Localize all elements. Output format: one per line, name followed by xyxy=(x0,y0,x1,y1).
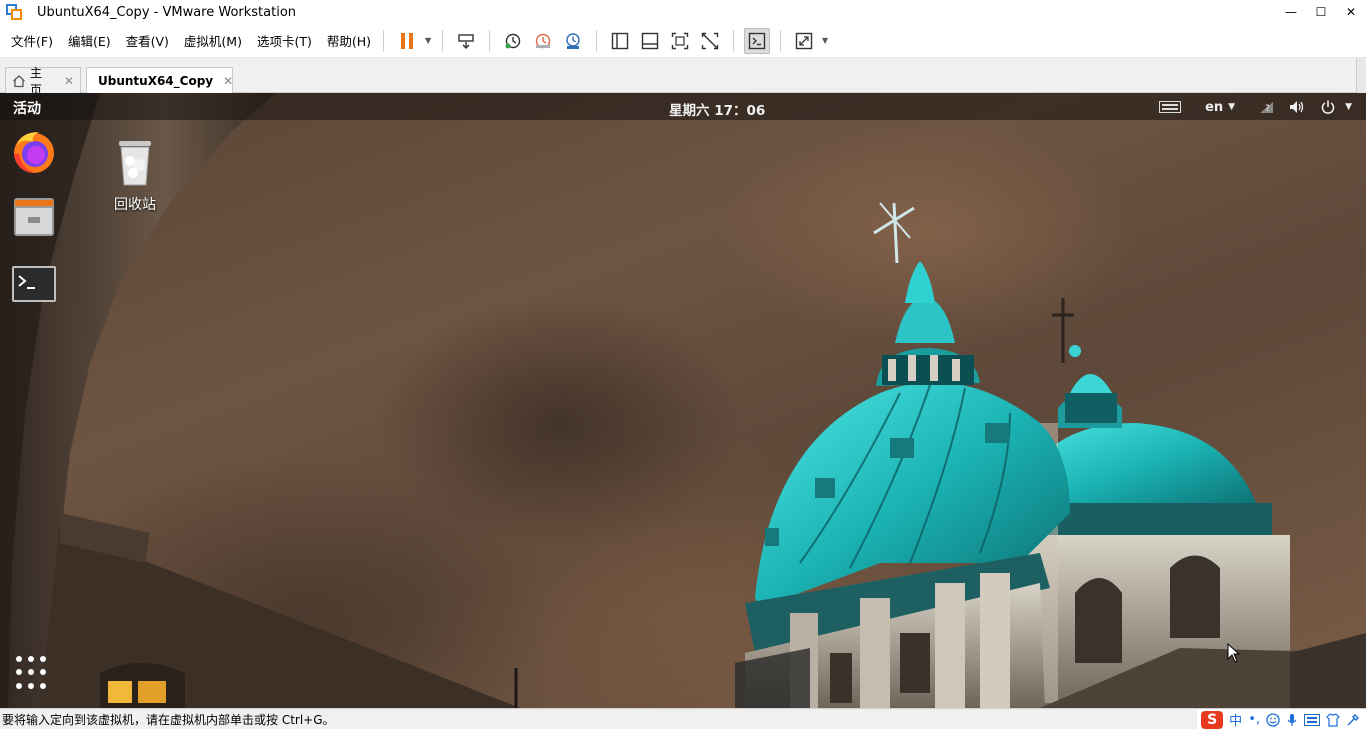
power-button[interactable]: ▼ xyxy=(1321,100,1352,114)
snapshot-revert-button[interactable] xyxy=(530,28,556,54)
keyboard-icon xyxy=(1159,101,1182,113)
tab-ubuntu-vm[interactable]: UbuntuX64_Copy ✕ xyxy=(86,67,233,93)
ime-punctuation-toggle[interactable]: •, xyxy=(1248,712,1260,727)
microphone-icon xyxy=(1287,713,1297,726)
mouse-cursor-icon xyxy=(1227,643,1241,663)
snapshot-take-button[interactable] xyxy=(500,28,526,54)
tab-home[interactable]: 主页 ✕ xyxy=(5,66,81,97)
gnome-top-bar: 活动 星期六 17：06 en ▼ ? ▼ xyxy=(0,93,1366,120)
tools-icon xyxy=(1347,713,1359,725)
menu-view[interactable]: 查看(V) xyxy=(126,29,169,52)
window-title: UbuntuX64_Copy - VMware Workstation xyxy=(37,4,297,20)
trash-label: 回收站 xyxy=(114,197,156,213)
toolbar-separator xyxy=(596,29,598,52)
wallpaper-cathedral xyxy=(0,93,1366,708)
svg-text:?: ? xyxy=(1265,104,1270,114)
status-bar: 要将输入定向到该虚拟机，请在虚拟机内部单击或按 Ctrl+G。 S 中 •, xyxy=(0,708,1366,729)
keyboard-button[interactable] xyxy=(1159,101,1182,113)
tab-home-close-icon[interactable]: ✕ xyxy=(64,74,74,88)
ime-keyboard-button[interactable] xyxy=(1304,713,1320,726)
menu-file[interactable]: 文件(F) xyxy=(11,29,53,52)
snapshot-manager-icon xyxy=(566,32,580,49)
close-button[interactable]: ✕ xyxy=(1336,0,1366,24)
menu-edit[interactable]: 编辑(E) xyxy=(68,29,111,52)
unity-icon xyxy=(701,32,719,49)
minimize-button[interactable]: — xyxy=(1276,0,1306,24)
ime-voice-button[interactable] xyxy=(1286,713,1298,727)
sogou-logo-icon[interactable]: S xyxy=(1201,710,1224,729)
vmware-app-icon xyxy=(6,4,22,20)
ime-toolbar: S 中 •, xyxy=(1197,709,1366,729)
toolbar-separator xyxy=(780,29,782,52)
shirt-icon xyxy=(1326,712,1340,727)
stretch-button[interactable] xyxy=(791,28,817,54)
toolbar-separator xyxy=(733,29,735,52)
activities-button[interactable]: 活动 xyxy=(13,98,41,118)
system-tray: en ▼ ? ▼ xyxy=(1145,97,1352,117)
library-view-button[interactable] xyxy=(607,28,633,54)
tab-ubuntu-vm-label: UbuntuX64_Copy xyxy=(98,73,214,88)
home-icon xyxy=(13,74,25,87)
keyboard-icon xyxy=(1304,713,1320,726)
input-language-button[interactable]: en ▼ xyxy=(1205,100,1235,115)
window-titlebar: UbuntuX64_Copy - VMware Workstation — ☐ … xyxy=(0,0,1366,24)
library-view-icon xyxy=(611,32,629,49)
network-question-icon: ? xyxy=(1260,102,1274,114)
toolbar-separator xyxy=(383,29,385,52)
window-controls: — ☐ ✕ xyxy=(1276,0,1366,24)
toolbar-separator xyxy=(442,29,444,52)
ime-language-toggle[interactable]: 中 xyxy=(1229,710,1242,729)
terminal-icon xyxy=(748,32,766,49)
pause-icon xyxy=(401,32,414,49)
stretch-icon xyxy=(795,32,813,49)
input-language-label: en xyxy=(1205,99,1224,115)
tab-scrollbar[interactable] xyxy=(1356,58,1366,93)
send-ctrl-alt-del-icon xyxy=(458,33,474,49)
toolbar-separator xyxy=(489,29,491,52)
fullscreen-icon xyxy=(671,32,689,49)
clock[interactable]: 星期六 17：06 xyxy=(669,99,765,119)
terminal-icon[interactable] xyxy=(11,262,57,308)
volume-button[interactable] xyxy=(1289,100,1305,114)
console-terminal-button[interactable] xyxy=(744,27,771,54)
ubuntu-dock xyxy=(0,120,68,708)
snapshot-take-icon xyxy=(505,33,521,48)
pause-button[interactable] xyxy=(394,28,420,54)
console-view-icon xyxy=(641,32,659,49)
ime-skin-button[interactable] xyxy=(1326,712,1340,727)
power-icon xyxy=(1321,100,1335,114)
menu-vm[interactable]: 虚拟机(M) xyxy=(184,29,242,52)
emoji-icon xyxy=(1266,712,1280,727)
menu-toolbar: 文件(F) 编辑(E) 查看(V) 虚拟机(M) 选项卡(T) 帮助(H) ▼ … xyxy=(0,24,1366,58)
send-ctrl-alt-del-button[interactable] xyxy=(453,28,479,54)
files-icon[interactable] xyxy=(11,194,57,240)
stretch-dropdown-icon[interactable]: ▼ xyxy=(819,28,831,54)
snapshot-manager-button[interactable] xyxy=(560,28,586,54)
menu-tabs[interactable]: 选项卡(T) xyxy=(257,29,312,52)
maximize-button[interactable]: ☐ xyxy=(1306,0,1336,24)
status-message: 要将输入定向到该虚拟机，请在虚拟机内部单击或按 Ctrl+G。 xyxy=(2,712,335,727)
trash-icon xyxy=(119,141,151,186)
desktop-trash[interactable]: 回收站 xyxy=(108,137,162,214)
ime-emoji-button[interactable] xyxy=(1266,712,1280,727)
chevron-down-icon: ▼ xyxy=(1228,102,1236,112)
tab-ubuntu-vm-close-icon[interactable]: ✕ xyxy=(223,74,233,88)
pause-dropdown-icon[interactable]: ▼ xyxy=(422,28,434,54)
tab-bar: 主页 ✕ UbuntuX64_Copy ✕ xyxy=(0,58,1366,97)
show-apps-icon[interactable] xyxy=(16,656,50,690)
ime-tools-button[interactable] xyxy=(1346,713,1360,727)
chevron-down-icon: ▼ xyxy=(1345,102,1352,112)
snapshot-revert-icon xyxy=(535,33,551,48)
vm-guest-display[interactable]: 活动 星期六 17：06 en ▼ ? ▼ 回收站 xyxy=(0,93,1366,708)
unity-button[interactable] xyxy=(697,28,723,54)
volume-icon xyxy=(1290,101,1304,113)
network-button[interactable]: ? xyxy=(1259,100,1275,114)
firefox-icon[interactable] xyxy=(11,128,57,174)
menu-help[interactable]: 帮助(H) xyxy=(327,29,371,52)
fullscreen-button[interactable] xyxy=(667,28,693,54)
console-view-button[interactable] xyxy=(637,28,663,54)
